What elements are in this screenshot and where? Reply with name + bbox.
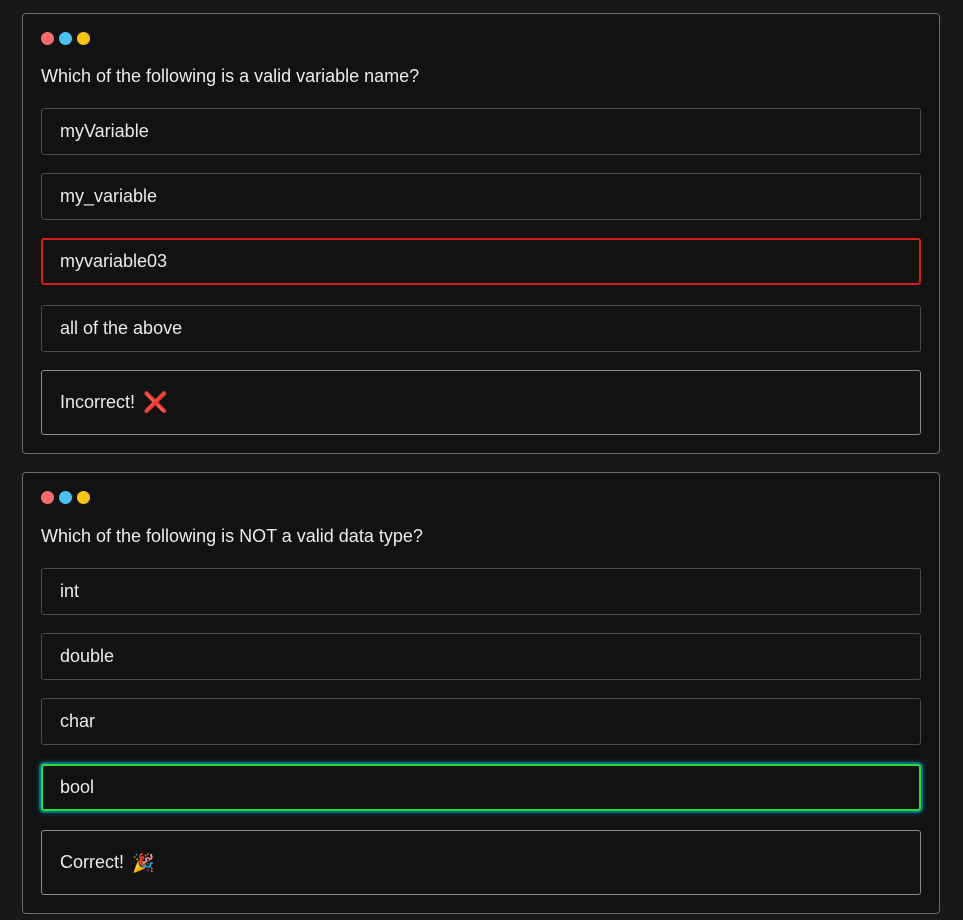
party-popper-icon: 🎉 xyxy=(132,852,155,873)
quiz-card-2: Which of the following is NOT a valid da… xyxy=(22,472,940,914)
answer-option[interactable]: char xyxy=(41,698,921,745)
answer-option[interactable]: all of the above xyxy=(41,305,921,352)
answer-option[interactable]: double xyxy=(41,633,921,680)
feedback-text: Correct! xyxy=(60,852,125,872)
cross-mark-icon: ❌ xyxy=(143,391,168,414)
question-text: Which of the following is NOT a valid da… xyxy=(41,526,423,546)
yellow-dot-icon xyxy=(77,32,90,45)
window-dots xyxy=(41,491,90,504)
feedback-text: Incorrect! xyxy=(60,392,136,412)
quiz-card-1: Which of the following is a valid variab… xyxy=(22,13,940,454)
feedback-box: Correct! 🎉 xyxy=(41,830,921,895)
question-text: Which of the following is a valid variab… xyxy=(41,66,420,86)
answer-option-selected-correct[interactable]: bool xyxy=(41,764,921,811)
red-dot-icon xyxy=(41,32,54,45)
answer-option[interactable]: int xyxy=(41,568,921,615)
window-dots xyxy=(41,32,90,45)
blue-dot-icon xyxy=(59,491,72,504)
red-dot-icon xyxy=(41,491,54,504)
blue-dot-icon xyxy=(59,32,72,45)
yellow-dot-icon xyxy=(77,491,90,504)
answer-option-selected-incorrect[interactable]: myvariable03 xyxy=(41,238,921,285)
feedback-box: Incorrect! ❌ xyxy=(41,370,921,435)
answer-option[interactable]: my_variable xyxy=(41,173,921,220)
answer-option[interactable]: myVariable xyxy=(41,108,921,155)
